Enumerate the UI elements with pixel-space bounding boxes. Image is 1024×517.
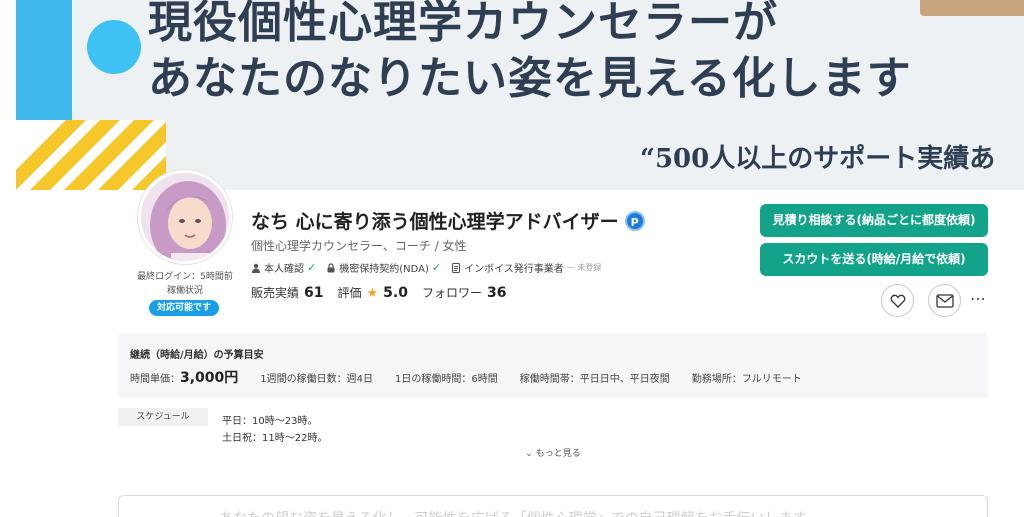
person-icon xyxy=(251,263,261,273)
identity-verification-label: 本人確認 xyxy=(264,264,304,275)
see-more-link[interactable]: ⌄ もっと見る xyxy=(0,446,1024,459)
lock-icon xyxy=(326,262,336,273)
verification-row: 本人確認 ✓ 機密保持契約(NDA) ✓ インボイス発行事業者 — 未登録 xyxy=(251,260,601,275)
heart-icon xyxy=(890,294,905,308)
last-login-text: 最終ログイン：5時間前 xyxy=(137,272,233,282)
check-icon: ✓ xyxy=(307,261,317,274)
budget-details: 時間単価：3,000円 1週間の稼働日数：週4日 1日の稼働時間：6時間 稼働時… xyxy=(130,367,802,387)
followers-label: フォロワー xyxy=(421,286,482,300)
more-options-icon[interactable]: ⋯ xyxy=(970,289,987,308)
rating-value: 5.0 xyxy=(383,285,408,301)
days-per-week: 1週間の稼働日数：週4日 xyxy=(260,374,374,385)
identity-verification: 本人確認 ✓ xyxy=(251,260,316,275)
hourly-rate-label: 時間単価： xyxy=(130,374,180,385)
followers-stat[interactable]: フォロワー 36 xyxy=(422,284,507,301)
budget-title: 継続（時給/月給）の予算目安 xyxy=(130,350,264,361)
document-icon xyxy=(451,262,461,273)
mail-icon xyxy=(935,293,954,308)
working-time-slots: 稼働時間帯：平日日中、平日夜間 xyxy=(519,374,670,385)
hero-photo-corner xyxy=(920,0,1024,16)
intro-card-text: あなたの望む姿を見える化し、可能性を広げる「個性心理学」での自己理解をお手伝いし… xyxy=(219,508,807,517)
rating-stat[interactable]: 評価 ★ 5.0 xyxy=(338,284,408,301)
rating-label: 評価 xyxy=(337,286,362,300)
star-icon: ★ xyxy=(366,286,379,301)
stats-row: 販売実績 61 評価 ★ 5.0 フォロワー 36 xyxy=(251,284,506,301)
invoice-verification-label: インボイス発行事業者 xyxy=(464,264,564,275)
hourly-rate-value: 3,000円 xyxy=(180,370,239,386)
hero-banner: 現役個性心理学カウンセラーが あなたのなりたい姿を見える化します “500人以上… xyxy=(0,0,1024,190)
hourly-rate: 時間単価：3,000円 xyxy=(130,367,238,387)
hero-blue-dot xyxy=(87,20,141,74)
hours-per-day: 1日の稼働時間：6時間 xyxy=(395,374,498,385)
estimate-request-button[interactable]: 見積り相談する(納品ごとに都度依頼) xyxy=(760,204,988,237)
schedule-weekend: 土日祝：11時〜22時。 xyxy=(222,433,328,444)
sales-value: 61 xyxy=(304,285,324,301)
availability-badge: 対応可能です xyxy=(149,300,219,316)
avatar-illustration xyxy=(141,173,229,261)
nda-verification-label: 機密保持契約(NDA) xyxy=(339,264,429,275)
invoice-verification: インボイス発行事業者 — 未登録 xyxy=(451,260,601,275)
hero-blue-bar xyxy=(16,0,72,125)
work-status-label: 稼働状況 xyxy=(166,286,203,296)
pro-badge-icon: P xyxy=(624,210,645,231)
check-icon: ✓ xyxy=(431,261,442,274)
hero-headline-line2: あなたのなりたい姿を見える化します xyxy=(148,53,912,104)
sales-stat: 販売実績 61 xyxy=(251,284,324,301)
nda-verification: 機密保持契約(NDA) ✓ xyxy=(326,260,441,275)
work-location: 勤務場所：フルリモート xyxy=(691,374,802,385)
favorite-button[interactable] xyxy=(881,284,914,317)
schedule-label: スケジュール xyxy=(118,408,208,426)
avatar[interactable] xyxy=(138,170,232,264)
followers-value: 36 xyxy=(487,285,507,301)
invoice-status: — 未登録 xyxy=(566,263,602,272)
schedule-weekday: 平日：10時〜23時。 xyxy=(222,416,318,427)
hero-tagline: “500人以上のサポート実績あ xyxy=(640,144,996,174)
profile-name-row: なち 心に寄り添う個性心理学アドバイザー P xyxy=(251,207,645,234)
intro-card: あなたの望む姿を見える化し、可能性を広げる「個性心理学」での自己理解をお手伝いし… xyxy=(118,495,988,517)
message-button[interactable] xyxy=(928,284,961,317)
profile-name: なち 心に寄り添う個性心理学アドバイザー xyxy=(251,211,619,233)
sales-label: 販売実績 xyxy=(251,286,300,300)
hero-yellow-stripes xyxy=(16,120,166,190)
budget-panel: 継続（時給/月給）の予算目安 時間単価：3,000円 1週間の稼働日数：週4日 … xyxy=(118,333,988,398)
profile-subtitle: 個性心理学カウンセラー、コーチ / 女性 xyxy=(251,239,467,253)
send-scout-button[interactable]: スカウトを送る(時給/月給で依頼) xyxy=(760,243,988,276)
